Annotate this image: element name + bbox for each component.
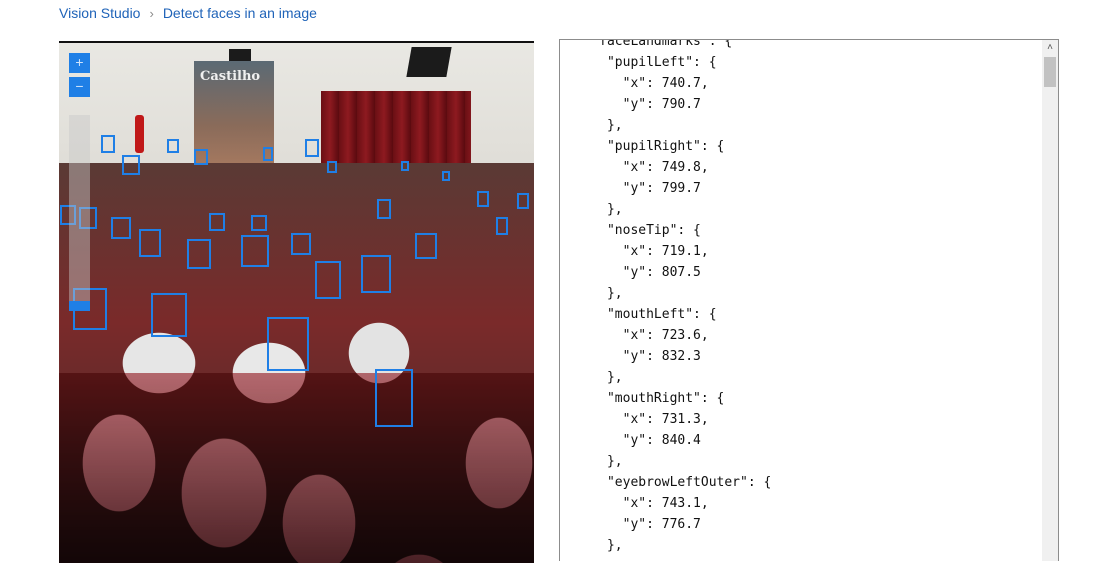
json-line: "x": 743.1, (560, 496, 709, 511)
face-bounding-box (267, 317, 309, 371)
breadcrumb: Vision Studio › Detect faces in an image (59, 4, 317, 22)
face-bounding-box (194, 149, 208, 165)
face-bounding-box (305, 139, 319, 157)
json-line: "y": 832.3 (560, 349, 701, 364)
json-line: "x": 719.1, (560, 244, 709, 259)
json-line: "x": 723.6, (560, 328, 709, 343)
json-line: "y": 840.4 (560, 433, 701, 448)
breadcrumb-separator-icon: › (149, 5, 154, 21)
json-line: }, (560, 202, 623, 217)
face-bounding-box (375, 369, 413, 427)
json-line: "mouthLeft": { (560, 307, 717, 322)
face-bounding-box (241, 235, 269, 267)
face-bounding-box (415, 233, 437, 259)
face-bounding-box (263, 147, 273, 161)
face-bounding-box (167, 139, 179, 153)
json-line: }, (560, 286, 623, 301)
json-output-text: "faceLandmarks": { "pupilLeft": { "x": 7… (560, 39, 1042, 556)
face-bounding-box (209, 213, 225, 231)
face-bounding-box (517, 193, 529, 209)
poster-text: Castilho (200, 69, 261, 84)
face-bounding-box (139, 229, 161, 257)
face-bounding-box (496, 217, 508, 235)
json-line: "pupilLeft": { (560, 55, 717, 70)
scroll-thumb[interactable] (1044, 57, 1056, 87)
json-line: }, (560, 538, 623, 553)
json-line: "x": 740.7, (560, 76, 709, 91)
json-line: }, (560, 454, 623, 469)
json-scrollbar[interactable]: ˄ (1042, 40, 1058, 561)
json-line: "x": 731.3, (560, 412, 709, 427)
json-line: "faceLandmarks": { (560, 39, 733, 49)
breadcrumb-detect-faces-link[interactable]: Detect faces in an image (163, 5, 317, 21)
face-bounding-box (361, 255, 391, 293)
chevron-up-icon[interactable]: ˄ (1042, 40, 1058, 56)
face-bounding-box (477, 191, 489, 207)
face-bounding-box (122, 155, 140, 175)
json-output-panel[interactable]: "faceLandmarks": { "pupilLeft": { "x": 7… (559, 39, 1059, 561)
face-bounding-box (315, 261, 341, 299)
json-line: "eyebrowLeftOuter": { (560, 475, 772, 490)
json-line: "y": 776.7 (560, 517, 701, 532)
face-bounding-box (251, 215, 267, 231)
image-viewer[interactable]: Castilho + − (59, 41, 534, 563)
face-bounding-box (101, 135, 115, 153)
face-bounding-box (327, 161, 337, 173)
zoom-slider-track[interactable] (69, 115, 90, 305)
zoom-slider-handle[interactable] (69, 301, 90, 311)
json-line: "y": 790.7 (560, 97, 701, 112)
face-bounding-box (442, 171, 450, 181)
json-line: "x": 749.8, (560, 160, 709, 175)
face-bounding-box (187, 239, 211, 269)
json-line: }, (560, 118, 623, 133)
face-bounding-box (151, 293, 187, 337)
json-line: "noseTip": { (560, 223, 701, 238)
json-line: "y": 799.7 (560, 181, 701, 196)
json-line: "mouthRight": { (560, 391, 725, 406)
face-bounding-box (401, 161, 409, 171)
zoom-out-button[interactable]: − (69, 77, 90, 97)
face-bounding-box (377, 199, 391, 219)
crowd-photo: Castilho (59, 43, 534, 563)
json-line: "y": 807.5 (560, 265, 701, 280)
face-bounding-box (111, 217, 131, 239)
json-line: }, (560, 370, 623, 385)
face-bounding-box (291, 233, 311, 255)
json-line: "pupilRight": { (560, 139, 725, 154)
breadcrumb-vision-studio-link[interactable]: Vision Studio (59, 5, 140, 21)
zoom-in-button[interactable]: + (69, 53, 90, 73)
